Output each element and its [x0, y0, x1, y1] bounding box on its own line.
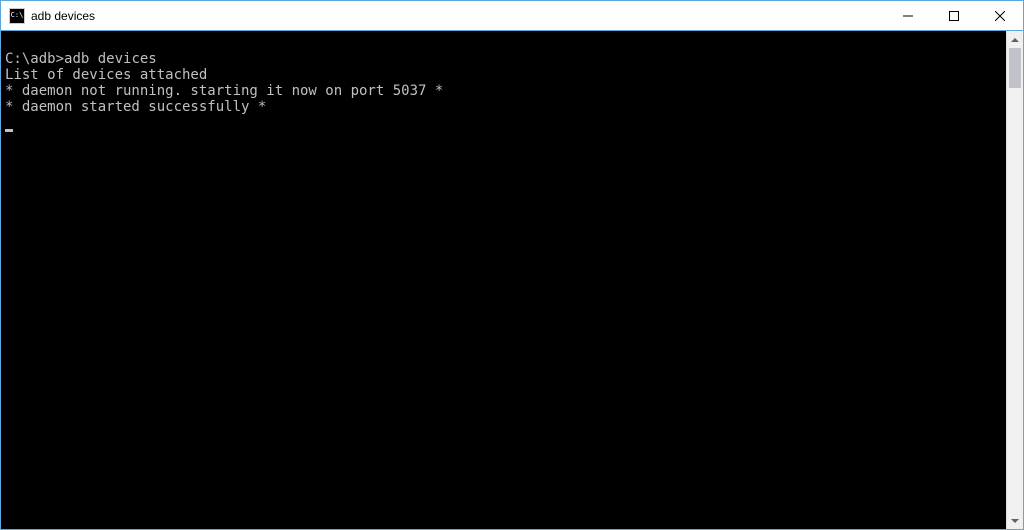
close-icon: [995, 11, 1005, 21]
minimize-button[interactable]: [885, 1, 931, 30]
chevron-up-icon: [1011, 38, 1019, 42]
output-line: List of devices attached: [5, 67, 207, 83]
scroll-up-button[interactable]: [1007, 31, 1023, 48]
close-button[interactable]: [977, 1, 1023, 30]
output-line: * daemon not running. starting it now on…: [5, 83, 443, 99]
maximize-icon: [949, 11, 959, 21]
command-prompt-window: C:\ adb devices C:\adb>adb devices List …: [0, 0, 1024, 530]
prompt: C:\adb>: [5, 51, 64, 67]
titlebar[interactable]: C:\ adb devices: [1, 1, 1023, 31]
app-icon-text: C:\: [11, 12, 24, 19]
cursor: [5, 129, 13, 132]
scroll-down-button[interactable]: [1007, 512, 1023, 529]
output-line: * daemon started successfully *: [5, 99, 266, 115]
scroll-thumb[interactable]: [1009, 48, 1021, 88]
terminal-line: C:\adb>adb devices List of devices attac…: [5, 51, 443, 115]
window-title: adb devices: [31, 9, 95, 23]
content-area: C:\adb>adb devices List of devices attac…: [1, 31, 1023, 529]
maximize-button[interactable]: [931, 1, 977, 30]
chevron-down-icon: [1011, 519, 1019, 523]
app-icon: C:\: [9, 8, 25, 24]
command-text: adb devices: [64, 51, 157, 67]
minimize-icon: [903, 11, 913, 21]
terminal-output[interactable]: C:\adb>adb devices List of devices attac…: [1, 31, 1006, 529]
vertical-scrollbar[interactable]: [1006, 31, 1023, 529]
window-controls: [885, 1, 1023, 30]
scroll-track[interactable]: [1007, 48, 1023, 512]
